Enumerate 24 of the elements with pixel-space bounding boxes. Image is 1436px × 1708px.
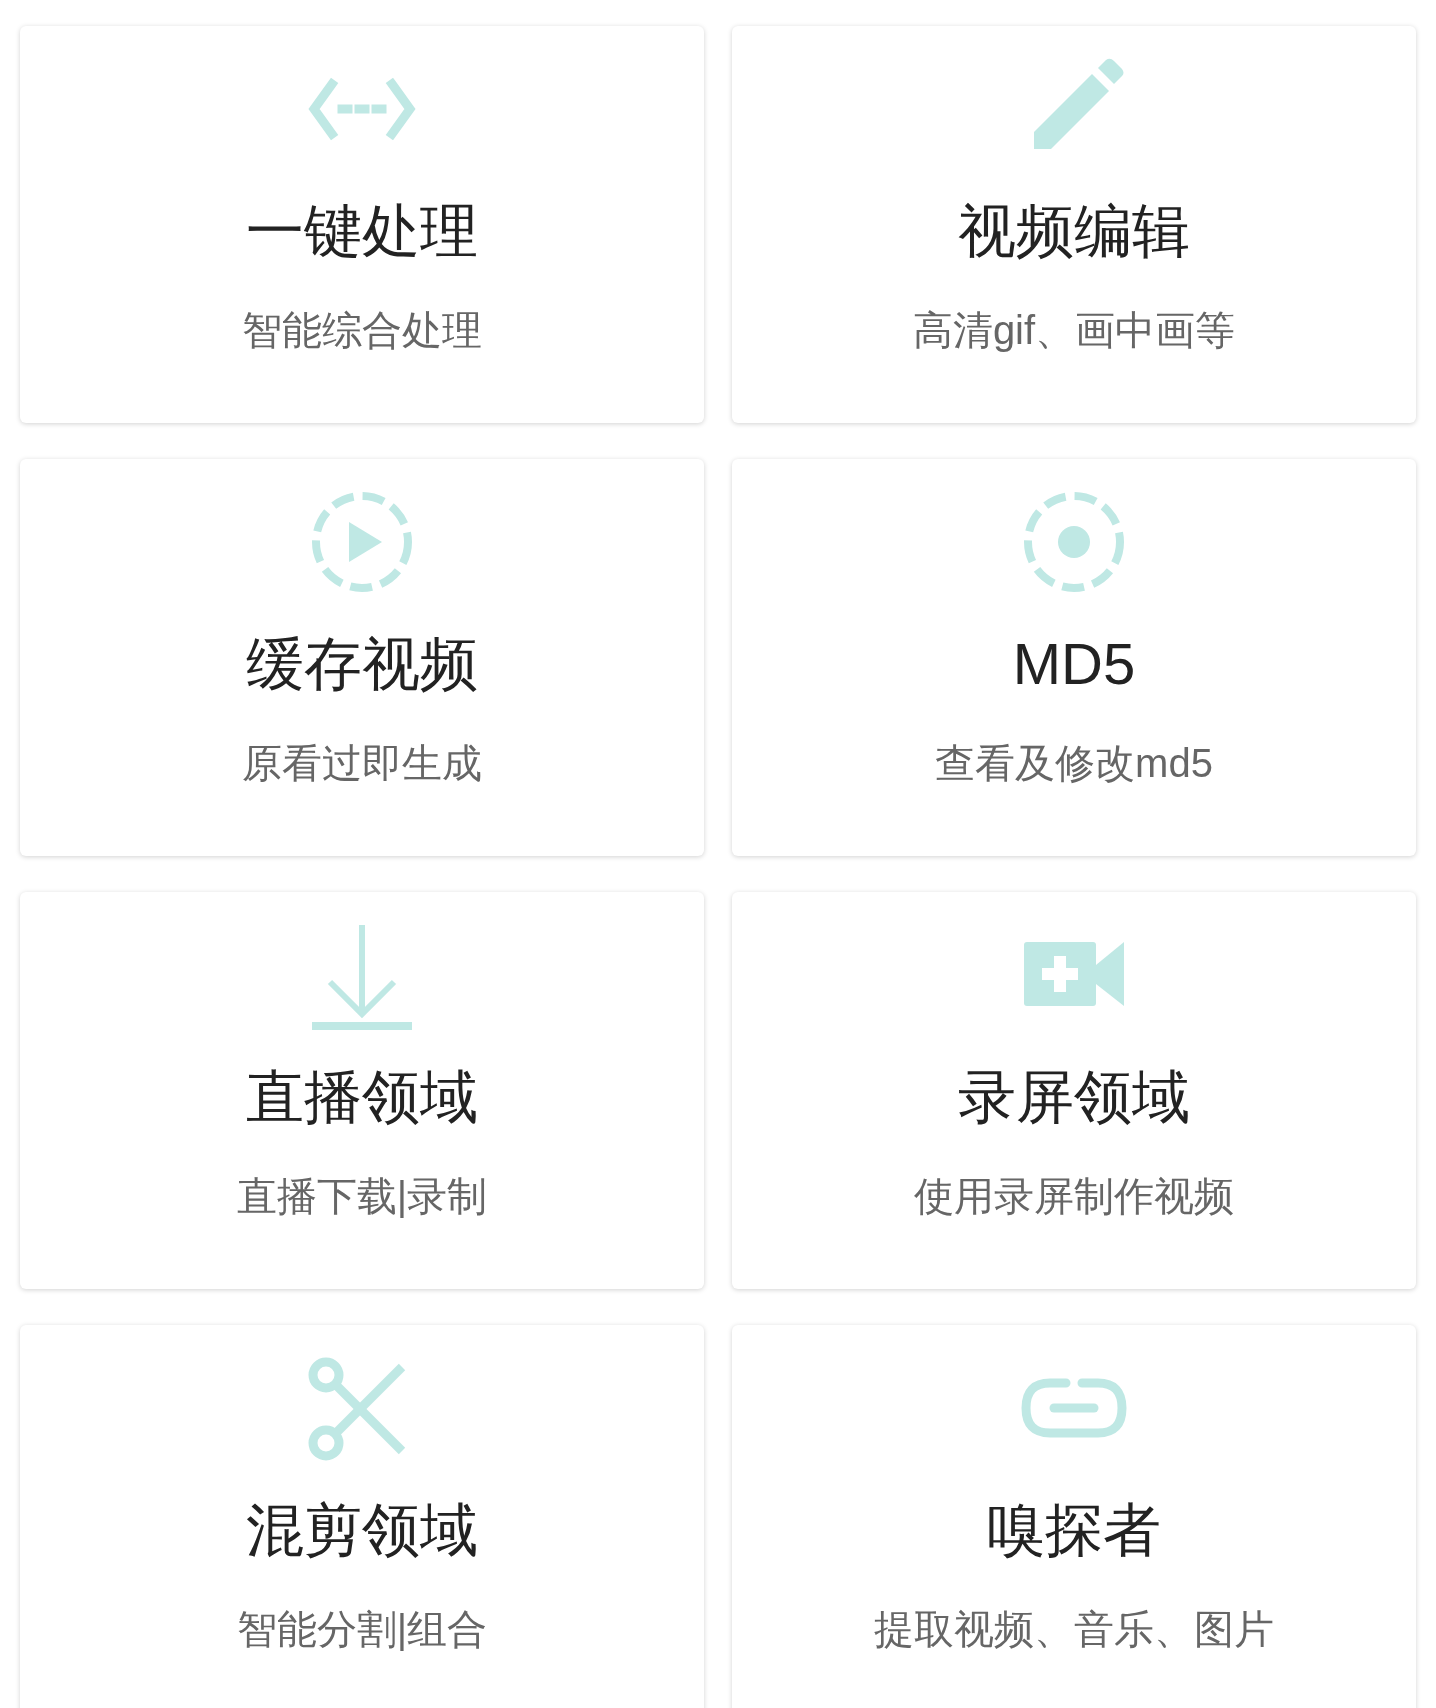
card-subtitle: 提取视频、音乐、图片 — [874, 1609, 1274, 1649]
card-title: 缓存视频 — [246, 635, 478, 693]
card-subtitle: 使用录屏制作视频 — [914, 1176, 1234, 1216]
feature-card[interactable]: 嗅探者 提取视频、音乐、图片 — [732, 1325, 1416, 1708]
card-title: 录屏领域 — [958, 1068, 1190, 1126]
card-subtitle: 智能分割|组合 — [236, 1609, 488, 1649]
card-title: 一键处理 — [246, 202, 478, 260]
feature-card[interactable]: 视频编辑 高清gif、画中画等 — [732, 26, 1416, 423]
card-title: 视频编辑 — [958, 202, 1190, 260]
feature-card[interactable]: 一键处理 智能综合处理 — [20, 26, 704, 423]
feature-card[interactable]: MD5 查看及修改md5 — [732, 459, 1416, 856]
feature-card[interactable]: 混剪领域 智能分割|组合 — [20, 1325, 704, 1708]
feature-card[interactable]: 录屏领域 使用录屏制作视频 — [732, 892, 1416, 1289]
card-subtitle: 查看及修改md5 — [935, 743, 1213, 783]
card-subtitle: 高清gif、画中画等 — [912, 310, 1236, 350]
card-title: 直播领域 — [246, 1068, 478, 1126]
feature-card[interactable]: 直播领域 直播下载|录制 — [20, 892, 704, 1289]
card-title: 嗅探者 — [987, 1501, 1161, 1559]
card-subtitle: 直播下载|录制 — [236, 1176, 488, 1216]
card-subtitle: 智能综合处理 — [242, 310, 482, 350]
card-title: 混剪领域 — [246, 1501, 478, 1559]
feature-card[interactable]: 缓存视频 原看过即生成 — [20, 459, 704, 856]
card-title: MD5 — [1012, 635, 1136, 693]
card-subtitle: 原看过即生成 — [242, 743, 482, 783]
